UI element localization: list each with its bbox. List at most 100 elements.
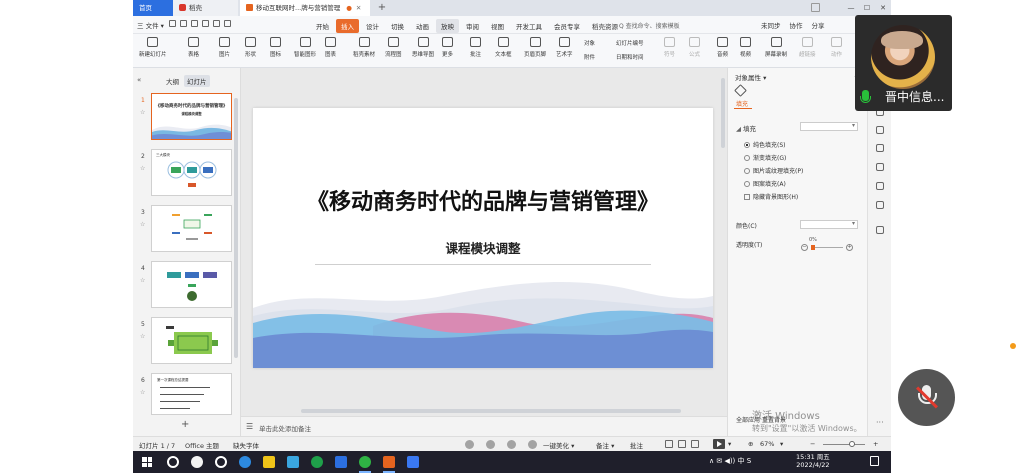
play-dropdown-icon[interactable]: ▾ [728, 440, 731, 448]
fill-bucket-icon[interactable] [734, 84, 747, 97]
minus-icon[interactable]: − [801, 244, 808, 251]
more-options-icon[interactable]: ··· [876, 418, 884, 427]
tab-document[interactable]: 移动互联网时...牌与营销管理 ● ✕ [240, 0, 370, 16]
store-icon[interactable] [287, 456, 299, 468]
menu-animation[interactable]: 动画 [411, 19, 434, 33]
search-icon[interactable] [215, 456, 227, 468]
slide-thumbnail-6[interactable]: 第一次课程总结提要 [151, 373, 232, 415]
slide-thumbnail-3[interactable] [151, 205, 232, 252]
command-search-input[interactable]: Q 查找命令、搜索模板 [619, 21, 680, 30]
menu-home[interactable]: 开始 [311, 19, 334, 33]
reading-view-icon[interactable] [691, 440, 699, 448]
current-slide[interactable]: 《移动商务时代的品牌与营销管理》 课程模块调整 [253, 108, 713, 368]
text-tool-icon[interactable] [876, 226, 884, 234]
canvas-horizontal-scrollbar[interactable] [301, 409, 681, 413]
slide-thumbnail-1[interactable]: 《移动商务时代的品牌与营销管理》 课程模块调整 [151, 93, 232, 140]
hyperlink-button[interactable]: 超链接 [799, 37, 816, 58]
play-slideshow-icon[interactable] [713, 439, 725, 449]
zoom-value[interactable]: 67% [760, 440, 774, 448]
collab-button[interactable]: 协作 [790, 20, 803, 30]
formula-button[interactable]: 公式 [689, 37, 700, 58]
player-dot[interactable] [528, 440, 537, 449]
fill-type-dropdown[interactable] [800, 122, 858, 131]
object-button[interactable]: 对象 [584, 39, 595, 47]
windows-start-icon[interactable] [142, 457, 152, 467]
notes-pane[interactable]: ☰ 单击此处添加备注 [241, 416, 727, 436]
zoom-in-icon[interactable]: + [873, 440, 878, 448]
audio-button[interactable]: 音频 [717, 37, 728, 58]
image-tool-icon[interactable] [876, 182, 884, 190]
slider-knob[interactable] [811, 245, 815, 250]
mindmap-button[interactable]: 思维导图 [412, 37, 434, 58]
picture-button[interactable]: 图片 [219, 37, 230, 58]
comment-button[interactable]: 批注 [470, 37, 481, 58]
close-icon[interactable]: ✕ [875, 0, 891, 16]
zoom-slider-knob[interactable] [849, 441, 855, 447]
browser-icon[interactable] [311, 456, 323, 468]
transparency-slider[interactable]: − 0% + [801, 237, 853, 252]
meeting-app-icon[interactable] [407, 456, 419, 468]
more-button[interactable]: 更多 [442, 37, 453, 58]
notes-placeholder[interactable]: 单击此处添加备注 [259, 423, 311, 433]
tab-outline[interactable]: 大纲 [163, 75, 182, 87]
table-button[interactable]: 表格 [188, 37, 199, 58]
slide-number-button[interactable]: 幻灯片编号 [616, 39, 644, 47]
slide-title[interactable]: 《移动商务时代的品牌与营销管理》 [253, 184, 713, 216]
cortana-icon[interactable] [167, 456, 179, 468]
file-menu[interactable]: 三 文件 ▾ [137, 20, 164, 30]
zoom-slider-track[interactable] [823, 444, 865, 445]
mute-microphone-button[interactable] [898, 369, 955, 426]
shape-button[interactable]: 形状 [245, 37, 256, 58]
close-tab-icon[interactable]: ✕ [356, 4, 361, 12]
location-icon[interactable] [876, 201, 884, 209]
menu-design[interactable]: 设计 [361, 19, 384, 33]
wordart-button[interactable]: 艺术字 [556, 37, 573, 58]
collapse-panel-icon[interactable]: « [137, 76, 141, 84]
chart-button[interactable]: 图表 [325, 37, 336, 58]
zoom-dropdown-icon[interactable]: ▾ [780, 440, 783, 448]
menu-view[interactable]: 视图 [486, 19, 509, 33]
add-slide-button[interactable]: + [181, 419, 189, 430]
share-button[interactable]: 分享 [812, 20, 825, 30]
print-icon[interactable] [191, 20, 198, 27]
plus-icon[interactable]: + [846, 244, 853, 251]
textbox-button[interactable]: 文本框 [495, 37, 512, 58]
menu-slideshow[interactable]: 放映 [436, 19, 459, 33]
player-dot[interactable] [507, 440, 516, 449]
notification-icon[interactable] [870, 456, 879, 466]
flowchart-button[interactable]: 流程图 [385, 37, 402, 58]
copy-style-icon[interactable] [876, 144, 884, 152]
export-pdf-icon[interactable] [180, 20, 187, 27]
normal-view-icon[interactable] [665, 440, 673, 448]
beautify-button[interactable]: 一键美化 ▾ [543, 440, 574, 450]
sorter-view-icon[interactable] [678, 440, 686, 448]
slider-track[interactable] [811, 247, 843, 248]
menu-member[interactable]: 会员专享 [549, 19, 585, 33]
gradient-fill-radio[interactable]: 渐变填充(G) [744, 153, 786, 162]
save-icon[interactable] [169, 20, 176, 27]
panel-scrollbar[interactable] [234, 98, 238, 358]
docer-material-button[interactable]: 稻壳素材 [353, 37, 375, 58]
slide-thumbnail-2[interactable]: 三大模块 [151, 149, 232, 196]
missing-font-button[interactable]: 缺失字体 [233, 440, 259, 450]
mail-icon[interactable] [335, 456, 347, 468]
minimize-icon[interactable]: — [843, 0, 859, 16]
panel-title[interactable]: 对象属性 ▾ [735, 72, 766, 82]
undo-icon[interactable] [213, 20, 220, 27]
attachment-button[interactable]: 附件 [584, 53, 595, 61]
header-footer-button[interactable]: 页眉页脚 [524, 37, 546, 58]
theme-name[interactable]: Office 主题 [185, 440, 219, 450]
action-button[interactable]: 动作 [831, 37, 842, 58]
comments-toggle[interactable]: 批注 [630, 440, 643, 450]
new-tab-button[interactable]: + [375, 0, 389, 16]
sync-button[interactable]: 未同步 [761, 20, 781, 30]
app-icon[interactable] [191, 456, 203, 468]
pin-tool-icon[interactable] [876, 126, 884, 134]
fill-section-header[interactable]: ◢ 填充 [736, 123, 756, 133]
menu-transition[interactable]: 切换 [386, 19, 409, 33]
slide-subtitle[interactable]: 课程模块调整 [253, 238, 713, 257]
file-explorer-icon[interactable] [263, 456, 275, 468]
player-dot[interactable] [465, 440, 474, 449]
solid-fill-radio[interactable]: 纯色填充(S) [744, 140, 786, 149]
redo-icon[interactable] [224, 20, 231, 27]
